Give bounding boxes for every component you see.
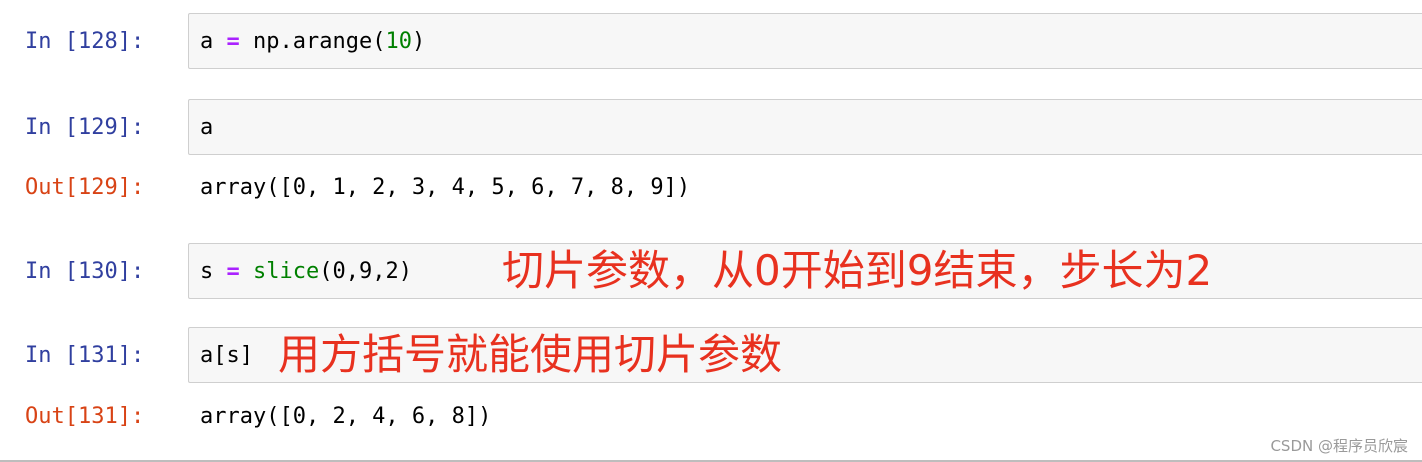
code-text: a = np.arange(10)	[200, 14, 425, 70]
input-prompt: In [131]:	[25, 343, 145, 368]
code-number: 10	[385, 29, 412, 54]
input-prompt: In [129]:	[25, 115, 145, 140]
code-call: np.arange(	[253, 29, 386, 54]
code-text: a	[200, 115, 214, 140]
input-prompt: In [130]:	[25, 259, 145, 284]
output-text: array([0, 2, 4, 6, 8])	[200, 404, 492, 429]
code-close-paren: )	[411, 29, 426, 54]
annotation-text: 切片参数，从0开始到9结束，步长为2	[502, 246, 1213, 295]
output-cell-131: Out[131]: array([0, 2, 4, 6, 8])	[0, 400, 1422, 434]
annotation-text: 用方括号就能使用切片参数	[278, 330, 783, 379]
code-var: a	[200, 29, 214, 54]
output-prompt: Out[131]:	[25, 404, 145, 429]
code-args: (0,9,2)	[319, 259, 412, 284]
notebook-page: In [128]: a = np.arange(10) In [129]: a …	[0, 0, 1422, 462]
input-prompt: In [128]:	[25, 29, 145, 54]
code-cell-131: In [131]: a[s] 用方括号就能使用切片参数	[0, 327, 1422, 385]
output-prompt: Out[129]:	[25, 175, 145, 200]
code-var: s	[200, 259, 214, 284]
code-input[interactable]: a	[188, 99, 1422, 155]
output-cell-129: Out[129]: array([0, 1, 2, 3, 4, 5, 6, 7,…	[0, 171, 1422, 205]
code-builtin: slice	[253, 259, 320, 284]
code-operator: =	[226, 29, 240, 54]
code-text: a[s]	[200, 343, 253, 368]
code-cell-129: In [129]: a	[0, 99, 1422, 157]
code-cell-130: In [130]: s = slice(0,9,2) 切片参数，从0开始到9结束…	[0, 243, 1422, 301]
watermark-text: CSDN @程序员欣宸	[1270, 437, 1408, 455]
code-text: s = slice(0,9,2)	[200, 244, 412, 300]
code-input[interactable]: a = np.arange(10)	[188, 13, 1422, 69]
output-text: array([0, 1, 2, 3, 4, 5, 6, 7, 8, 9])	[200, 175, 691, 200]
code-cell-128: In [128]: a = np.arange(10)	[0, 13, 1422, 71]
code-operator: =	[226, 259, 240, 284]
